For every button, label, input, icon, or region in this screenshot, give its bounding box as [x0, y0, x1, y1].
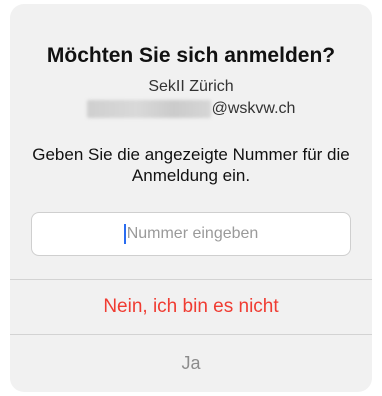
account-domain: @wskvw.ch — [211, 100, 296, 117]
deny-button[interactable]: Nein, ich bin es nicht — [10, 280, 372, 334]
number-input-placeholder: Nummer eingeben — [126, 225, 259, 242]
approve-button[interactable]: Ja — [10, 335, 372, 392]
dialog-title: Möchten Sie sich anmelden? — [46, 44, 336, 67]
sign-in-dialog: Möchten Sie sich anmelden? SekII Zürich … — [10, 4, 372, 392]
number-input[interactable]: Nummer eingeben — [31, 212, 351, 256]
account-email: @wskvw.ch — [10, 98, 372, 120]
instruction-text: Geben Sie die angezeigte Nummer für die … — [32, 145, 350, 185]
redacted-username — [86, 100, 211, 118]
text-caret — [123, 224, 126, 244]
organization-name: SekII Zürich — [148, 78, 234, 95]
